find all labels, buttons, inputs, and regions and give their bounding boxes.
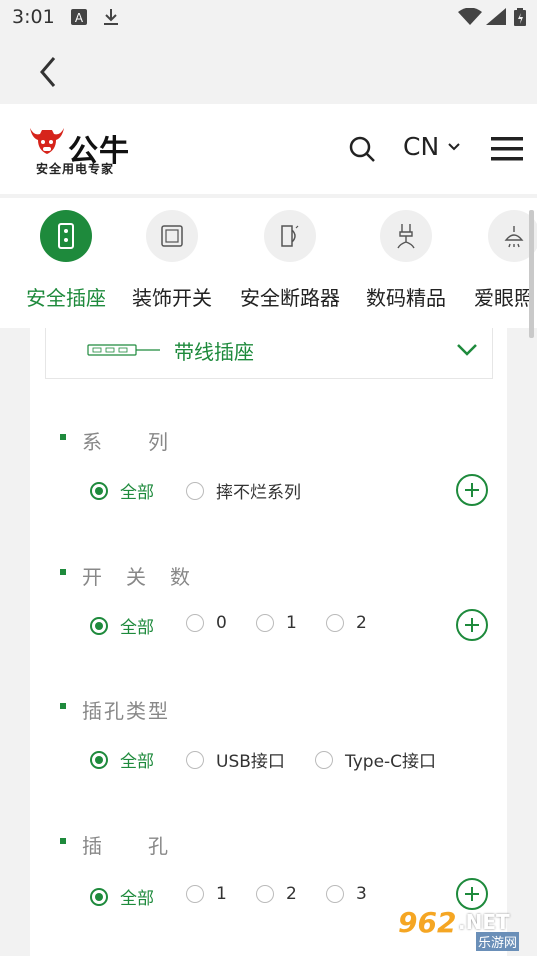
bullet-icon xyxy=(60,434,66,440)
category-label: 安全断路器 xyxy=(240,286,340,310)
category-bar: 安全插座 装饰开关 安全断路器 数码精品 爱眼照 xyxy=(0,198,537,328)
option-label: Type-C接口 xyxy=(345,752,437,772)
filter-option[interactable]: 摔不烂系列 xyxy=(186,478,301,503)
expand-plus-button[interactable] xyxy=(456,474,488,506)
power-strip-icon xyxy=(40,210,92,262)
status-time: 3:01 xyxy=(12,6,55,28)
filter-option[interactable]: 全部 xyxy=(90,478,154,503)
filter-panel: 带线插座 系 列 全部 摔不烂系列 开 关 数 全部 0 1 2 插孔类型 全部… xyxy=(30,328,507,956)
circuit-breaker-icon xyxy=(264,210,316,262)
option-label: 1 xyxy=(286,613,297,633)
filter-option[interactable]: 0 xyxy=(186,613,227,633)
filter-option[interactable]: 1 xyxy=(256,613,297,633)
filter-option[interactable]: 全部 xyxy=(90,613,154,638)
keyboard-a-icon: A xyxy=(71,9,87,25)
radio-icon[interactable] xyxy=(256,614,274,632)
filter-option[interactable]: 全部 xyxy=(90,884,154,909)
radio-checked-icon[interactable] xyxy=(90,481,108,500)
bull-logo-icon[interactable] xyxy=(28,122,66,156)
filter-title: 开 关 数 xyxy=(82,565,192,589)
option-label: 3 xyxy=(356,884,367,904)
category-label: 安全插座 xyxy=(26,286,106,310)
category-item[interactable]: 安全断路器 xyxy=(238,210,342,311)
option-label: 0 xyxy=(216,613,227,633)
category-item[interactable]: 装饰开关 xyxy=(128,210,216,311)
option-label: USB接口 xyxy=(216,752,285,772)
radio-icon[interactable] xyxy=(315,750,333,769)
option-label: 1 xyxy=(216,884,227,904)
radio-icon[interactable] xyxy=(186,750,204,769)
filter-title: 插 孔 xyxy=(82,834,170,858)
radio-checked-icon[interactable] xyxy=(90,887,108,906)
search-icon[interactable] xyxy=(347,134,377,164)
filter-title: 系 列 xyxy=(82,430,170,454)
option-label: 2 xyxy=(286,884,297,904)
option-label: 摔不烂系列 xyxy=(216,483,301,503)
filter-title: 插孔类型 xyxy=(82,699,170,723)
back-arrow-icon[interactable] xyxy=(34,46,64,90)
option-label: 全部 xyxy=(120,483,154,503)
radio-checked-icon[interactable] xyxy=(90,616,108,635)
radio-icon[interactable] xyxy=(186,885,204,903)
cable-icon xyxy=(380,210,432,262)
filter-option[interactable]: Type-C接口 xyxy=(315,747,436,772)
radio-icon[interactable] xyxy=(326,885,344,903)
category-item[interactable]: 数码精品 xyxy=(362,210,450,311)
brand-slogan: 安全用电专家 xyxy=(36,162,115,176)
watermark-sub: 乐游网 xyxy=(476,932,520,951)
category-label: 数码精品 xyxy=(366,286,446,310)
option-label: 全部 xyxy=(120,889,154,909)
filter-option[interactable]: 1 xyxy=(186,884,227,904)
dropdown-label: 带线插座 xyxy=(174,340,254,364)
filter-option[interactable]: 全部 xyxy=(90,747,154,772)
radio-icon[interactable] xyxy=(186,614,204,632)
svg-text:A: A xyxy=(75,11,84,25)
category-item[interactable]: 安全插座 xyxy=(22,210,110,311)
status-bar: 3:01 A xyxy=(0,0,537,36)
option-label: 全部 xyxy=(120,752,154,772)
filter-option[interactable]: 2 xyxy=(326,613,367,633)
chevron-down-icon[interactable] xyxy=(447,142,461,152)
radio-icon[interactable] xyxy=(186,481,204,500)
language-selector[interactable]: CN xyxy=(403,132,439,161)
battery-icon xyxy=(514,8,526,26)
radio-checked-icon[interactable] xyxy=(90,750,108,769)
filter-option[interactable]: 3 xyxy=(326,884,367,904)
category-label: 装饰开关 xyxy=(132,286,212,310)
filter-option[interactable]: USB接口 xyxy=(186,747,285,772)
menu-icon[interactable] xyxy=(491,136,523,162)
watermark-number: 962 xyxy=(398,906,457,939)
category-label: 爱眼照 xyxy=(474,286,534,310)
category-item[interactable]: 爱眼照 xyxy=(470,210,537,311)
expand-plus-button[interactable] xyxy=(456,609,488,641)
bullet-icon xyxy=(60,703,66,709)
bullet-icon xyxy=(60,569,66,575)
bullet-icon xyxy=(60,838,66,844)
download-icon xyxy=(104,9,118,25)
option-label: 2 xyxy=(356,613,367,633)
power-strip-icon xyxy=(87,344,160,356)
scrollbar[interactable] xyxy=(529,210,534,338)
radio-icon[interactable] xyxy=(326,614,344,632)
subcategory-dropdown[interactable]: 带线插座 xyxy=(45,328,493,379)
chevron-down-icon[interactable] xyxy=(456,343,478,357)
top-nav xyxy=(0,36,537,104)
signal-icon xyxy=(486,8,506,25)
wifi-icon xyxy=(458,8,482,25)
wall-switch-icon xyxy=(146,210,198,262)
watermark: 962 .NET 乐游网 xyxy=(398,906,528,952)
filter-option[interactable]: 2 xyxy=(256,884,297,904)
option-label: 全部 xyxy=(120,618,154,638)
site-header: 公牛 安全用电专家 CN xyxy=(0,104,537,194)
watermark-net: .NET xyxy=(458,910,510,934)
radio-icon[interactable] xyxy=(256,885,274,903)
